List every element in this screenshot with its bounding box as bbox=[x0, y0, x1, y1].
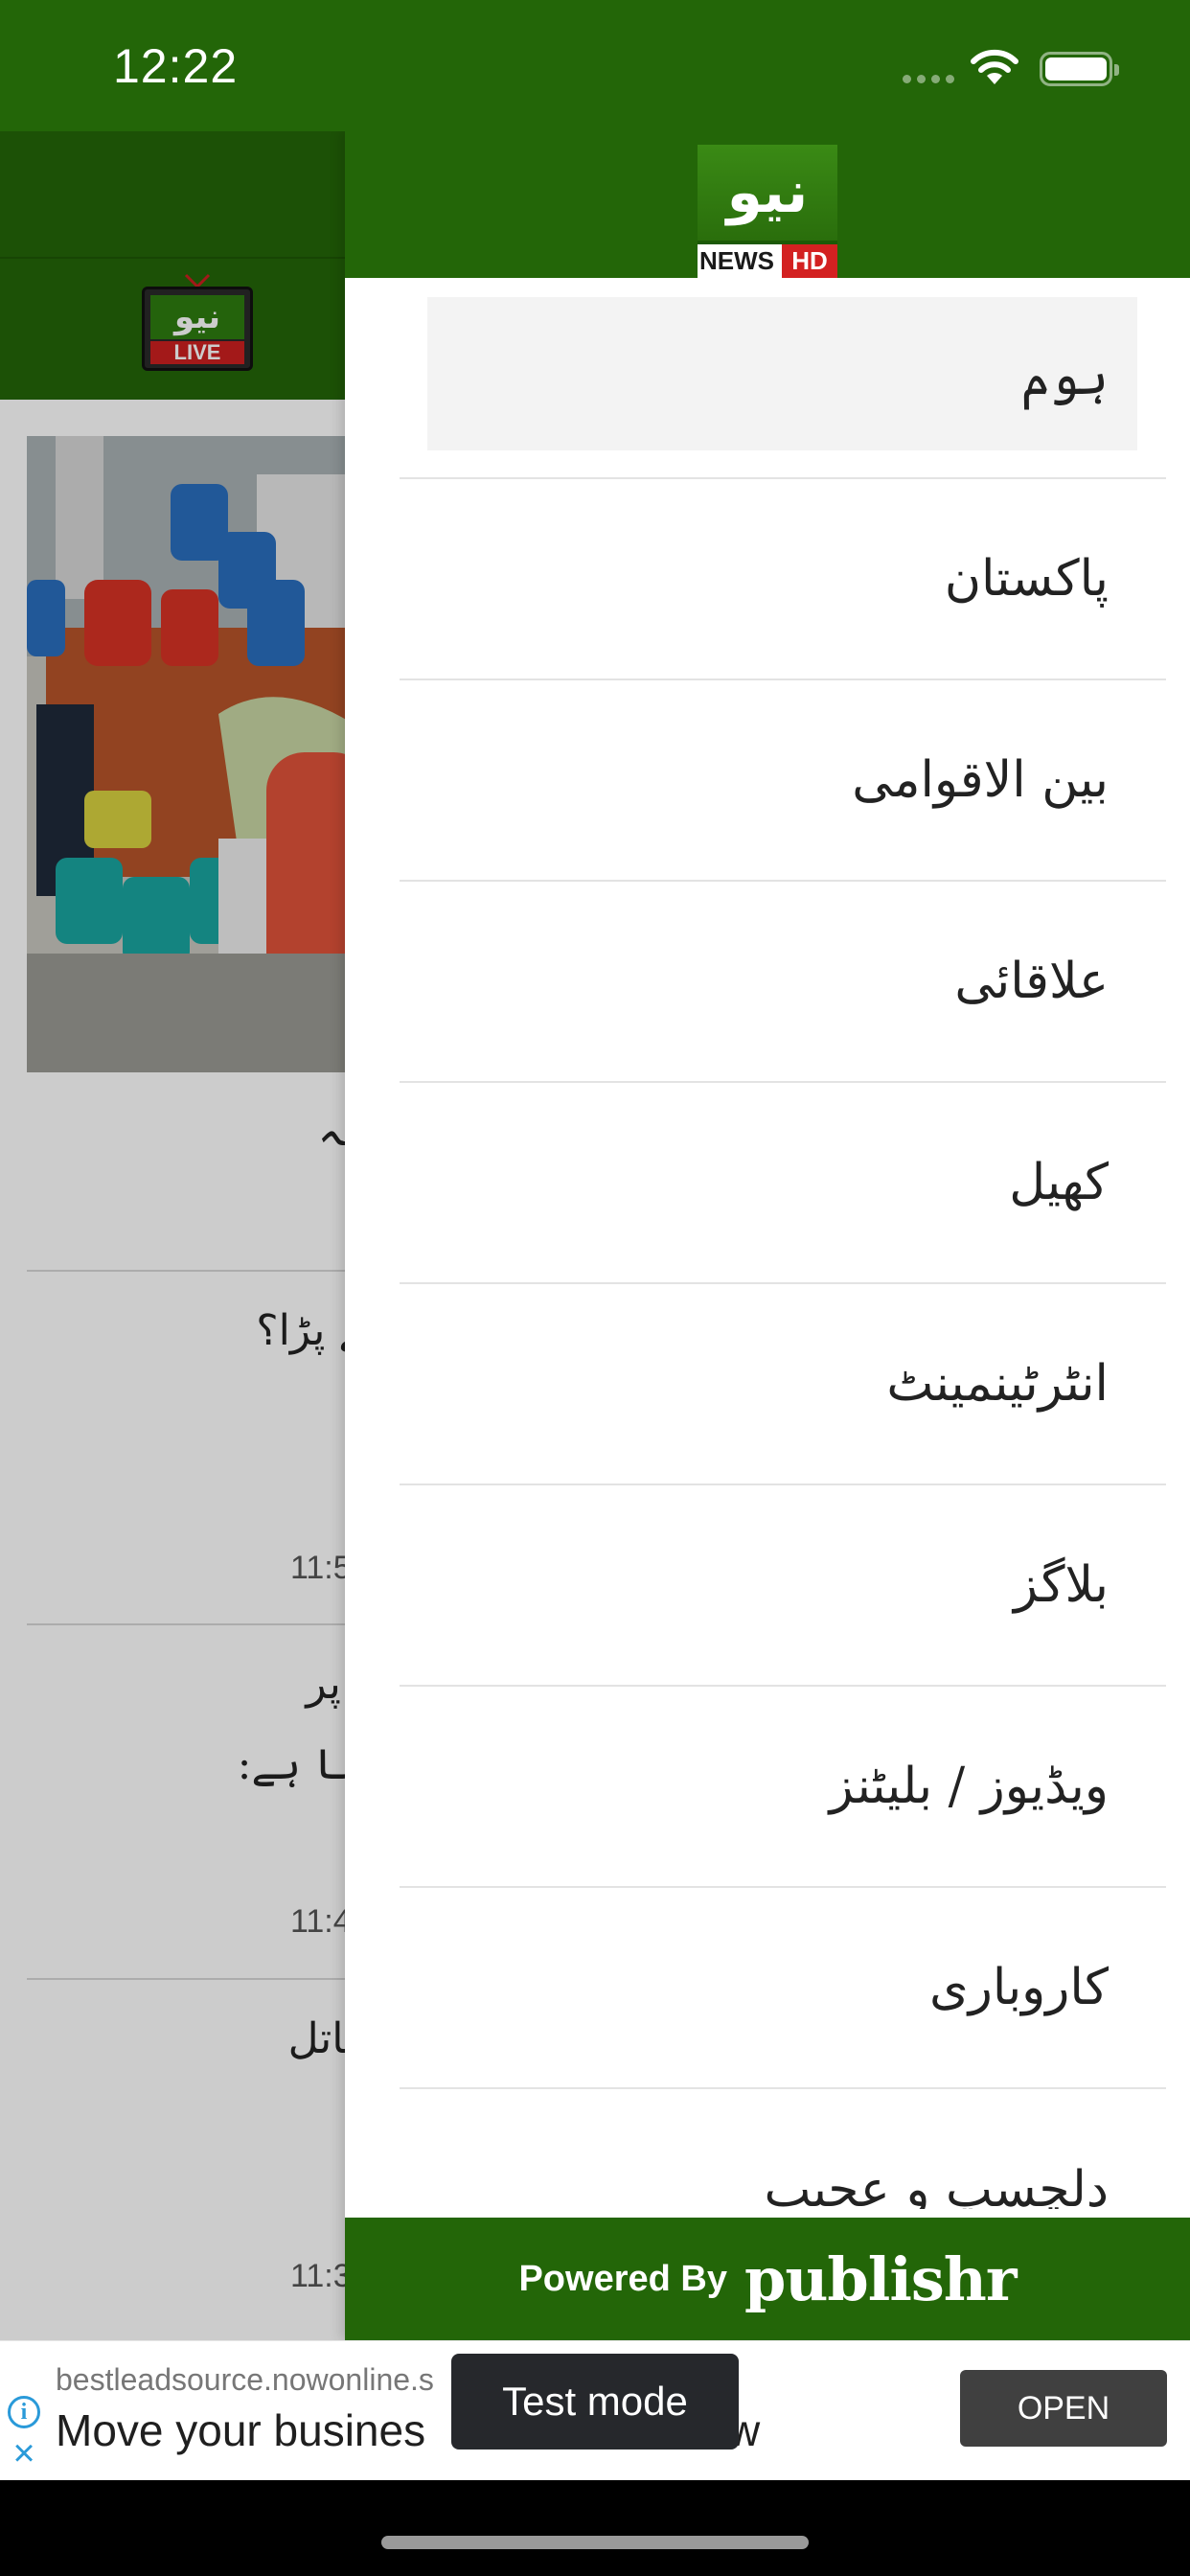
menu-item-interesting[interactable]: دلچسپ و عجیب bbox=[400, 2089, 1166, 2209]
ad-url: bestleadsource.nowonline.s bbox=[56, 2362, 434, 2397]
menu-item-label: ہوم bbox=[1020, 349, 1109, 406]
publishr-logo: publishr bbox=[744, 2243, 1018, 2314]
menu-item-international[interactable]: بین الاقوامی bbox=[400, 680, 1166, 882]
status-bar: 12:22 bbox=[0, 0, 1190, 131]
cellular-signal-icon bbox=[903, 75, 954, 83]
menu-item-home[interactable]: ہوم bbox=[400, 278, 1166, 479]
menu-item-label: انٹرٹینمینٹ bbox=[886, 1355, 1109, 1413]
menu-item-entertainment[interactable]: انٹرٹینمینٹ bbox=[400, 1284, 1166, 1485]
ad-banner[interactable]: i × bestleadsource.nowonline.s Move your… bbox=[0, 2340, 1190, 2480]
menu-item-label: ویڈیوز / بلیٹنز bbox=[829, 1758, 1109, 1815]
drawer-scrim[interactable] bbox=[0, 131, 345, 2340]
battery-icon bbox=[1040, 52, 1119, 86]
status-time: 12:22 bbox=[113, 39, 239, 93]
ad-title: Move your busines bbox=[56, 2405, 426, 2455]
menu-item-videos-bulletins[interactable]: ویڈیوز / بلیٹنز bbox=[400, 1687, 1166, 1888]
ad-info-icon[interactable]: i bbox=[8, 2396, 40, 2428]
navigation-drawer: نیو NEWS HD ہوم پاکستان بین الاقوامی علا… bbox=[345, 131, 1190, 2340]
home-indicator-area bbox=[0, 2480, 1190, 2576]
ad-close-icon[interactable]: × bbox=[8, 2434, 40, 2472]
menu-item-label: کھیل bbox=[1009, 1154, 1109, 1211]
menu-item-label: علاقائی bbox=[954, 953, 1109, 1010]
menu-item-regional[interactable]: علاقائی bbox=[400, 882, 1166, 1083]
powered-by-footer: Powered By publishr bbox=[345, 2218, 1190, 2340]
menu-item-label: پاکستان bbox=[944, 550, 1109, 608]
neo-news-hd-logo: نیو NEWS HD bbox=[698, 145, 837, 278]
menu-item-label: دلچسپ و عجیب bbox=[764, 2161, 1109, 2209]
ad-open-button[interactable]: OPEN bbox=[960, 2370, 1167, 2447]
menu-item-label: کاروباری bbox=[929, 1959, 1109, 2016]
menu-item-pakistan[interactable]: پاکستان bbox=[400, 479, 1166, 680]
drawer-menu: ہوم پاکستان بین الاقوامی علاقائی کھیل ان… bbox=[345, 278, 1190, 2209]
home-indicator[interactable] bbox=[381, 2536, 809, 2549]
menu-item-blogs[interactable]: بلاگز bbox=[400, 1485, 1166, 1687]
powered-by-label: Powered By bbox=[518, 2258, 727, 2299]
drawer-header: نیو NEWS HD bbox=[345, 131, 1190, 278]
wifi-icon bbox=[971, 49, 1018, 84]
menu-item-sports[interactable]: کھیل bbox=[400, 1083, 1166, 1284]
menu-item-label: بلاگز bbox=[1014, 1556, 1109, 1614]
menu-item-label: بین الاقوامی bbox=[852, 751, 1109, 809]
menu-item-business[interactable]: کاروباری bbox=[400, 1888, 1166, 2089]
test-mode-badge: Test mode bbox=[451, 2354, 739, 2450]
